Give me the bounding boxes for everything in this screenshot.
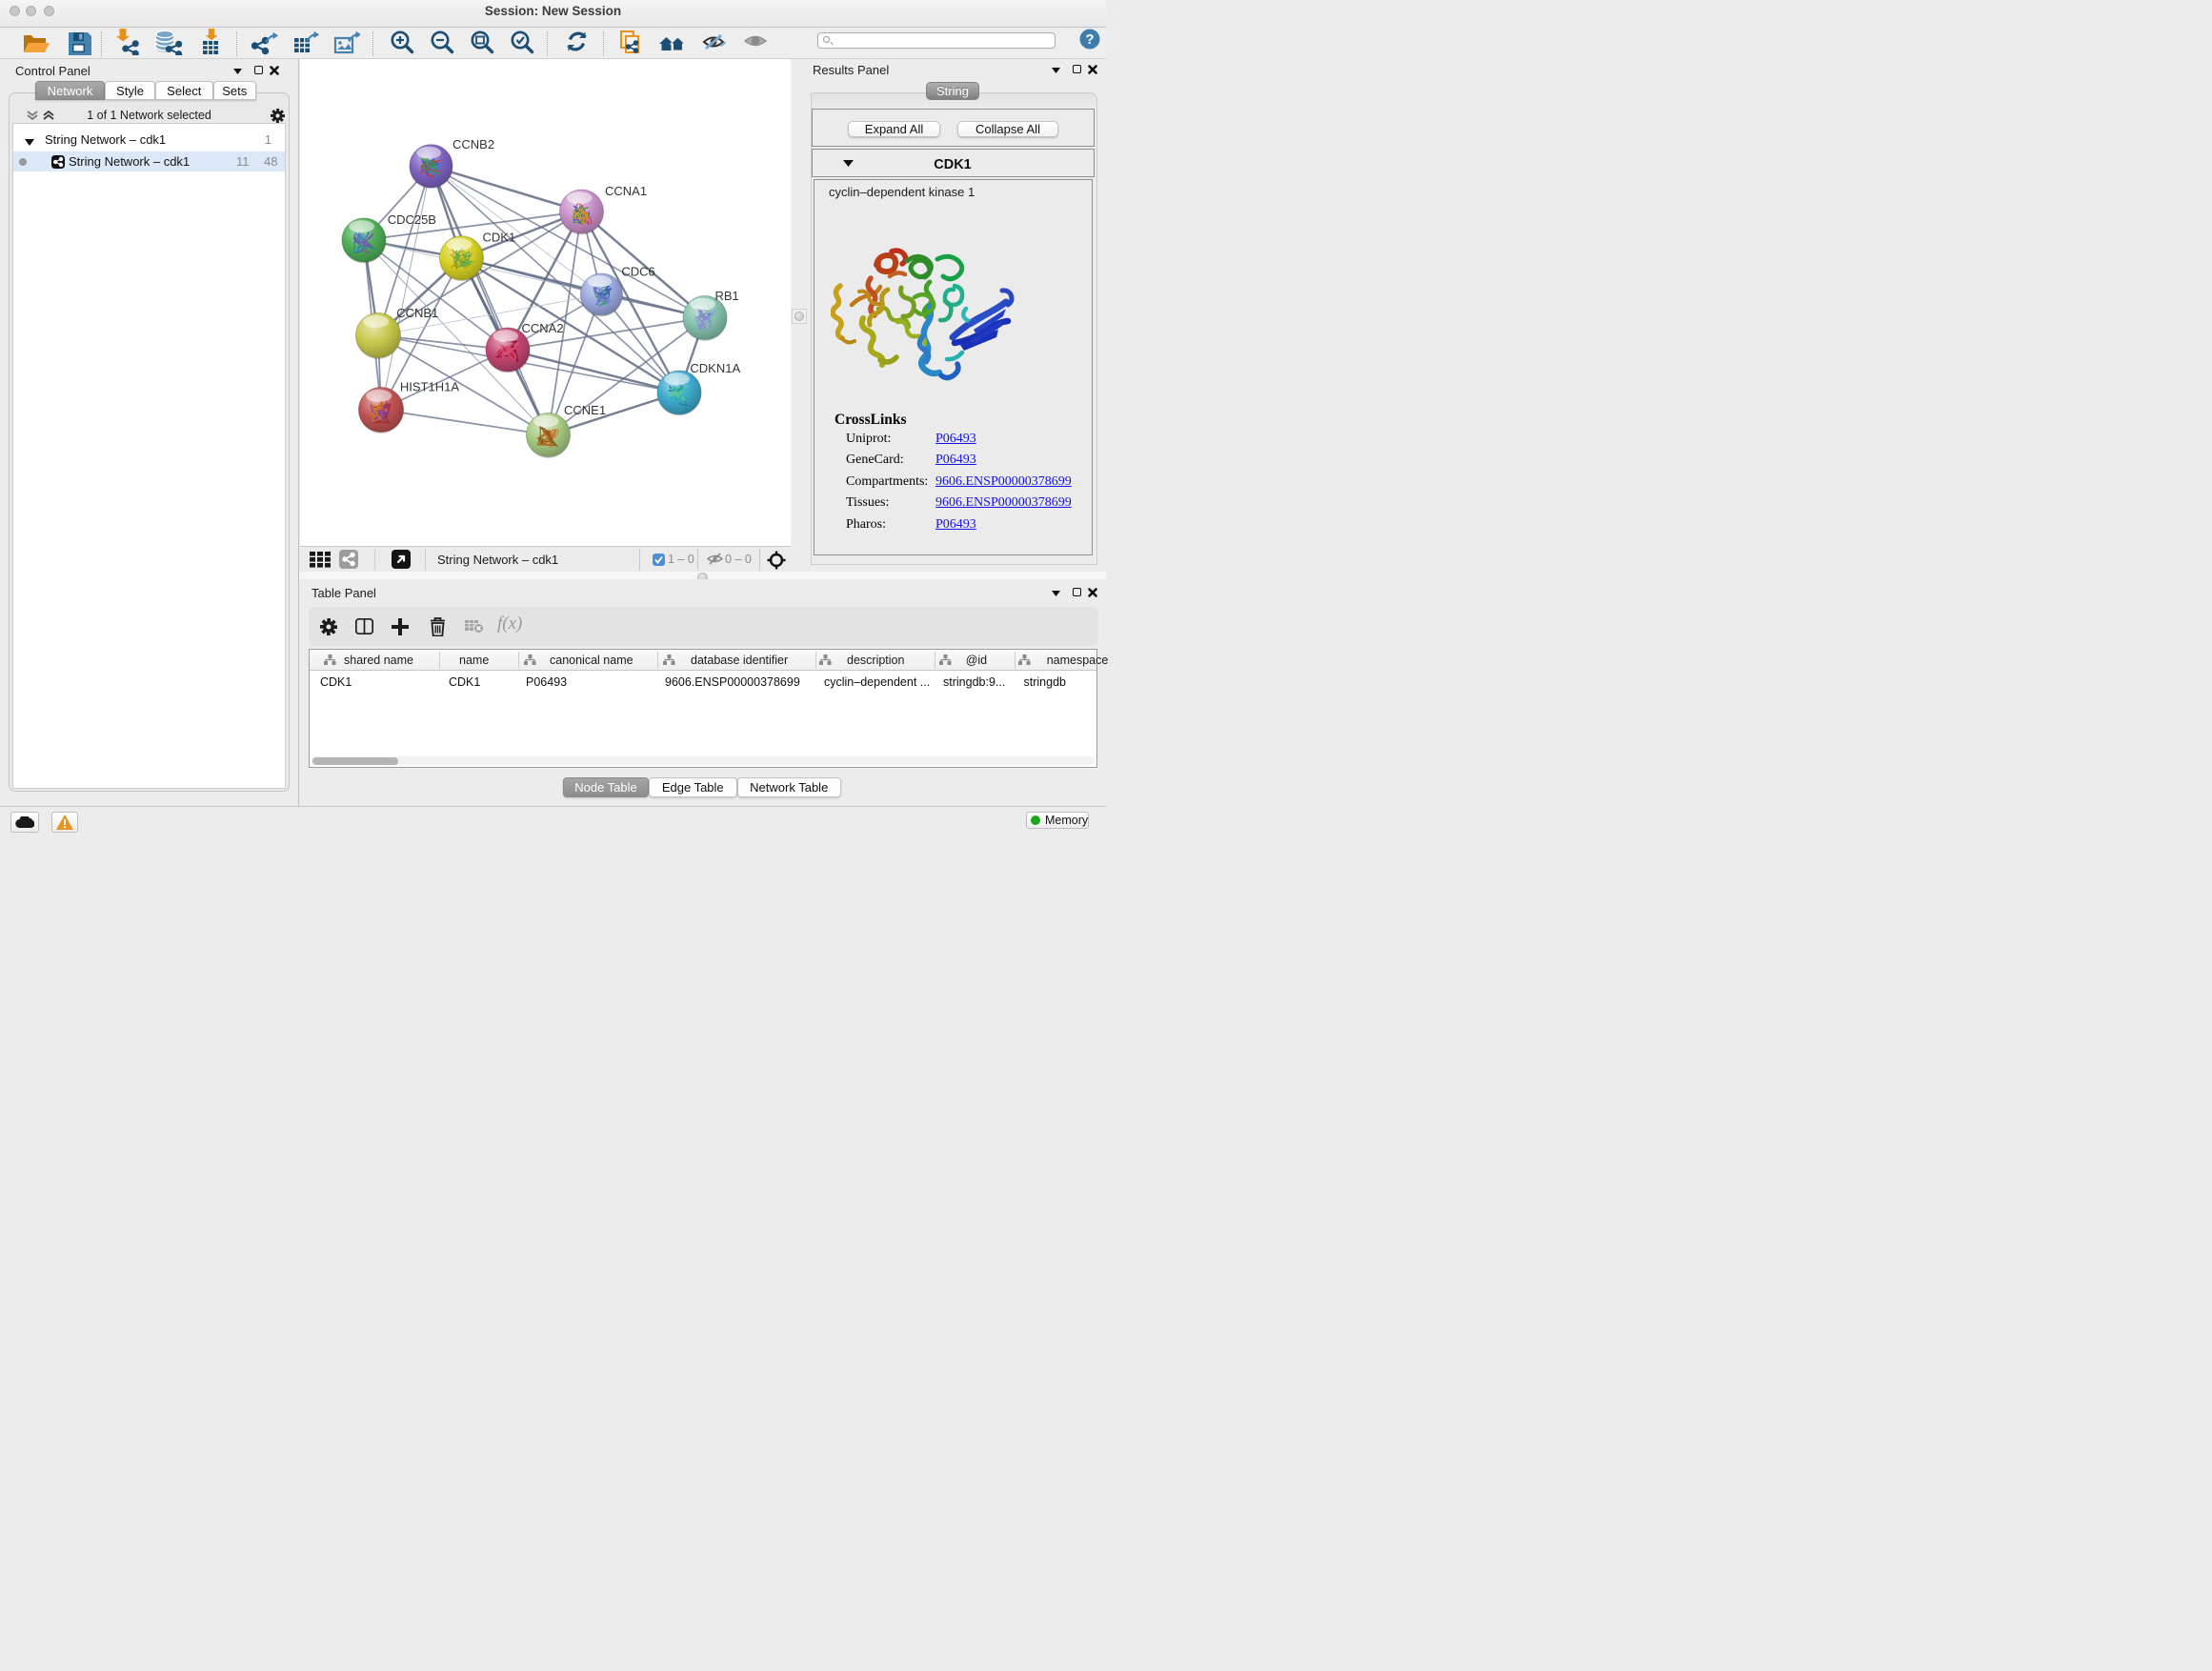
svg-text:CCNE1: CCNE1 [564, 403, 606, 417]
svg-text:CCNA2: CCNA2 [522, 321, 564, 335]
svg-text:CDK1: CDK1 [483, 231, 516, 245]
svg-text:CCNB2: CCNB2 [452, 137, 494, 151]
svg-text:CDKN1A: CDKN1A [690, 361, 740, 375]
svg-text:HIST1H1A: HIST1H1A [400, 379, 459, 393]
svg-text:RB1: RB1 [715, 289, 739, 303]
svg-text:CDC6: CDC6 [621, 265, 654, 279]
svg-text:CCNB1: CCNB1 [396, 306, 438, 320]
svg-text:CDC25B: CDC25B [388, 212, 436, 227]
svg-text:CCNA1: CCNA1 [605, 184, 647, 198]
svg-text:?: ? [1085, 31, 1094, 48]
